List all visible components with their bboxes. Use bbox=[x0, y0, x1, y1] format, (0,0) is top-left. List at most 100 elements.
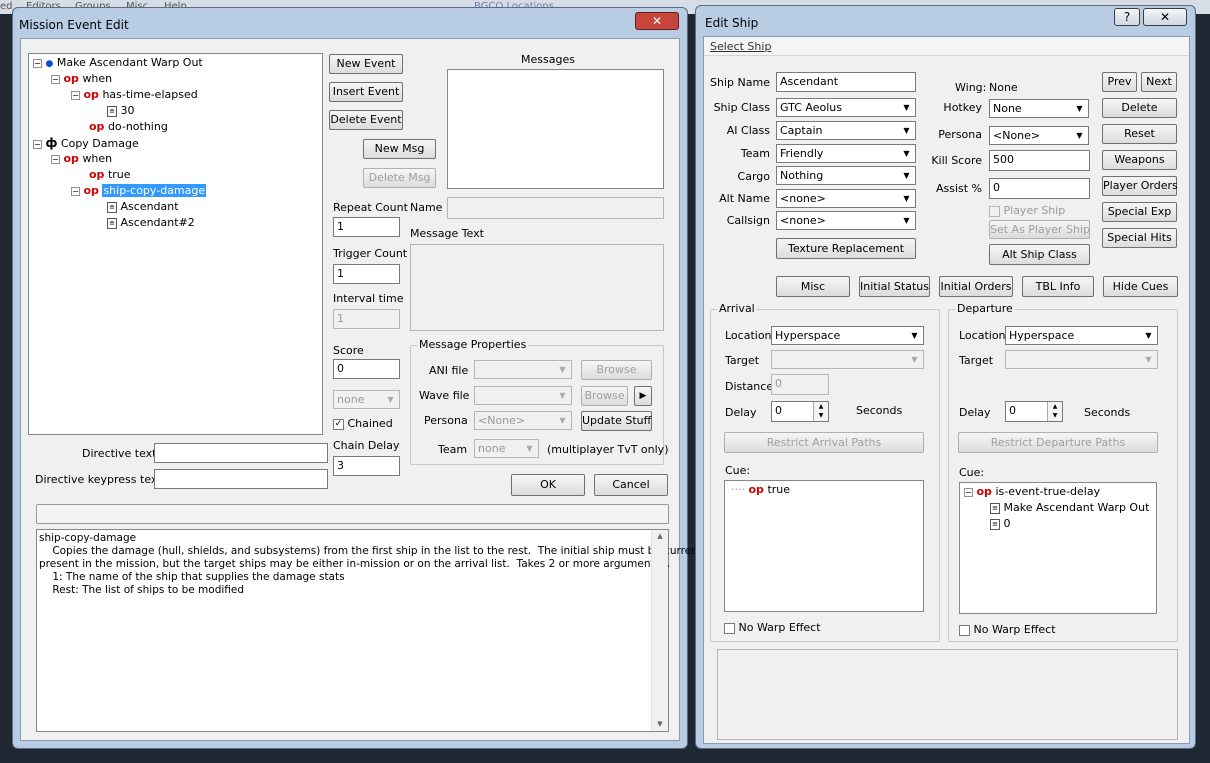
collapse-icon[interactable]: − bbox=[71, 186, 80, 196]
hotkey-select[interactable]: None ▼ bbox=[989, 99, 1089, 118]
team-select[interactable]: none ▼ bbox=[333, 390, 400, 409]
ok-button[interactable]: OK bbox=[511, 474, 585, 496]
close-icon[interactable]: ✕ bbox=[1143, 8, 1187, 26]
persona-select[interactable]: <None> ▼ bbox=[989, 126, 1089, 145]
cargo-select[interactable]: Nothing ▼ bbox=[776, 166, 916, 185]
prev-button[interactable]: Prev bbox=[1102, 72, 1137, 92]
initial-orders-button[interactable]: Initial Orders bbox=[939, 276, 1013, 297]
tree-node-selected[interactable]: − op ship-copy-damage bbox=[71, 184, 207, 198]
cue-node[interactable]: ≡ Make Ascendant Warp Out bbox=[990, 501, 1149, 515]
collapse-icon[interactable]: − bbox=[51, 74, 60, 84]
team-select[interactable]: Friendly ▼ bbox=[776, 144, 916, 163]
callsign-select[interactable]: <none> ▼ bbox=[776, 211, 916, 230]
departure-cue-tree[interactable]: − op is-event-true-delay ≡ Make Ascendan… bbox=[959, 482, 1157, 614]
close-icon[interactable]: ✕ bbox=[635, 12, 679, 30]
restrict-arrival-paths-button[interactable]: Restrict Arrival Paths bbox=[724, 432, 924, 453]
repeat-count-input[interactable]: 1 bbox=[333, 217, 400, 237]
collapse-icon[interactable]: − bbox=[51, 154, 60, 164]
delete-button[interactable]: Delete bbox=[1102, 98, 1177, 118]
wave-file-select[interactable]: ▼ bbox=[474, 386, 572, 405]
misc-button[interactable]: Misc bbox=[776, 276, 850, 297]
ship-info-panel[interactable] bbox=[717, 649, 1178, 740]
restrict-departure-paths-button[interactable]: Restrict Departure Paths bbox=[958, 432, 1158, 453]
player-ship-checkbox[interactable]: Player Ship bbox=[989, 204, 1065, 217]
event-tree[interactable]: − ● Make Ascendant Warp Out − op when − … bbox=[28, 53, 323, 435]
cue-node[interactable]: − op is-event-true-delay bbox=[964, 485, 1100, 499]
tbl-info-button[interactable]: TBL Info bbox=[1022, 276, 1094, 297]
interval-time-input[interactable]: 1 bbox=[333, 309, 400, 329]
tree-node[interactable]: − op when bbox=[51, 152, 112, 166]
tree-node[interactable]: − ● Make Ascendant Warp Out bbox=[33, 56, 203, 71]
delete-msg-button[interactable]: Delete Msg bbox=[363, 168, 436, 188]
departure-delay-spinner[interactable]: ▲ ▼ bbox=[1047, 402, 1062, 421]
spin-down-icon[interactable]: ▼ bbox=[1048, 411, 1062, 420]
spin-up-icon[interactable]: ▲ bbox=[814, 402, 828, 411]
assist-input[interactable]: 0 bbox=[989, 178, 1090, 199]
collapse-icon[interactable]: − bbox=[33, 139, 42, 149]
menu-item[interactable]: ed bbox=[0, 1, 13, 12]
checkbox-checked-icon[interactable]: ✓ bbox=[333, 418, 344, 430]
browse-ani-button[interactable]: Browse bbox=[581, 360, 652, 380]
help-text-panel[interactable]: ship-copy-damage Copies the damage (hull… bbox=[36, 529, 711, 732]
collapse-icon[interactable]: − bbox=[71, 90, 80, 100]
ship-class-select[interactable]: GTC Aeolus ▼ bbox=[776, 98, 916, 117]
ai-class-select[interactable]: Captain ▼ bbox=[776, 121, 916, 140]
directive-keypress-input[interactable] bbox=[154, 469, 328, 489]
tree-node[interactable]: ≡ Ascendant bbox=[107, 200, 179, 214]
special-hits-button[interactable]: Special Hits bbox=[1102, 228, 1177, 248]
checkbox-icon[interactable] bbox=[724, 622, 735, 634]
chained-checkbox[interactable]: ✓ Chained bbox=[333, 417, 393, 430]
arrival-delay-spinner[interactable]: ▲ ▼ bbox=[813, 402, 828, 421]
alt-ship-class-button[interactable]: Alt Ship Class bbox=[989, 244, 1090, 265]
cue-node[interactable]: ···· op true bbox=[731, 483, 790, 497]
player-orders-button[interactable]: Player Orders bbox=[1102, 176, 1178, 196]
arrival-no-warp-checkbox[interactable]: No Warp Effect bbox=[724, 621, 821, 634]
cancel-button[interactable]: Cancel bbox=[594, 474, 668, 496]
arrival-cue-tree[interactable]: ···· op true bbox=[724, 480, 924, 612]
alt-name-select[interactable]: <none> ▼ bbox=[776, 189, 916, 208]
next-button[interactable]: Next bbox=[1141, 72, 1177, 92]
trigger-count-input[interactable]: 1 bbox=[333, 264, 400, 284]
set-as-player-ship-button[interactable]: Set As Player Ship bbox=[989, 220, 1090, 239]
weapons-button[interactable]: Weapons bbox=[1102, 150, 1177, 170]
delete-event-button[interactable]: Delete Event bbox=[329, 110, 403, 130]
tree-node[interactable]: − op when bbox=[51, 72, 112, 86]
cue-node[interactable]: ≡ 0 bbox=[990, 517, 1011, 531]
hide-cues-button[interactable]: Hide Cues bbox=[1103, 276, 1178, 297]
collapse-icon[interactable]: − bbox=[33, 58, 42, 68]
tree-node[interactable]: − op has-time-elapsed bbox=[71, 88, 198, 102]
score-input[interactable]: 0 bbox=[333, 359, 400, 379]
tree-node[interactable]: op do-nothing bbox=[89, 120, 168, 134]
persona-select[interactable]: <None> ▼ bbox=[474, 411, 572, 430]
message-text-area[interactable] bbox=[410, 244, 664, 331]
tree-node[interactable]: op true bbox=[89, 168, 131, 182]
chain-delay-input[interactable]: 3 bbox=[333, 456, 400, 476]
scroll-down-icon[interactable]: ▼ bbox=[652, 718, 668, 731]
spin-up-icon[interactable]: ▲ bbox=[1048, 402, 1062, 411]
directive-text-input[interactable] bbox=[154, 443, 328, 463]
checkbox-icon[interactable] bbox=[989, 205, 1000, 217]
texture-replacement-button[interactable]: Texture Replacement bbox=[776, 238, 916, 259]
new-event-button[interactable]: New Event bbox=[329, 54, 403, 74]
initial-status-button[interactable]: Initial Status bbox=[859, 276, 930, 297]
message-team-select[interactable]: none ▼ bbox=[474, 439, 539, 458]
vertical-scrollbar[interactable]: ▲ ▼ bbox=[651, 530, 668, 731]
checkbox-icon[interactable] bbox=[959, 624, 970, 636]
ani-file-select[interactable]: ▼ bbox=[474, 360, 572, 379]
reset-button[interactable]: Reset bbox=[1102, 124, 1177, 144]
collapse-icon[interactable]: − bbox=[964, 487, 973, 497]
update-stuff-button[interactable]: Update Stuff bbox=[581, 411, 652, 431]
arrival-distance-input[interactable]: 0 bbox=[771, 374, 829, 395]
ship-name-input[interactable]: Ascendant bbox=[776, 72, 916, 92]
arrival-location-select[interactable]: Hyperspace ▼ bbox=[771, 326, 924, 345]
messages-list[interactable] bbox=[447, 69, 664, 189]
scroll-up-icon[interactable]: ▲ bbox=[652, 530, 668, 543]
insert-event-button[interactable]: Insert Event bbox=[329, 82, 403, 102]
kill-score-input[interactable]: 500 bbox=[989, 150, 1090, 171]
departure-target-select[interactable]: ▼ bbox=[1005, 350, 1158, 369]
spin-down-icon[interactable]: ▼ bbox=[814, 411, 828, 420]
special-exp-button[interactable]: Special Exp bbox=[1102, 202, 1177, 222]
tree-node[interactable]: − ф Copy Damage bbox=[33, 136, 139, 151]
help-icon[interactable]: ? bbox=[1114, 8, 1140, 26]
departure-location-select[interactable]: Hyperspace ▼ bbox=[1005, 326, 1158, 345]
